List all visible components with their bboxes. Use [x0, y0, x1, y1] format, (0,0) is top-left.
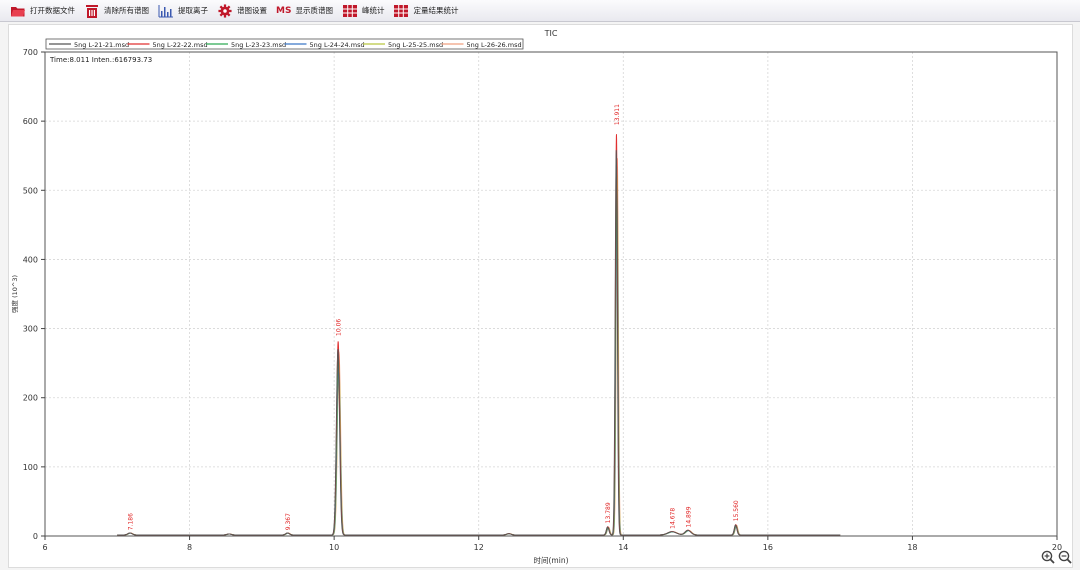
open-file-icon — [11, 6, 25, 16]
y-tick-label: 400 — [23, 255, 38, 264]
x-tick-label: 10 — [329, 543, 339, 552]
y-tick-label: 500 — [23, 186, 38, 195]
table-icon — [342, 4, 357, 17]
y-tick-label: 0 — [33, 532, 38, 541]
y-tick-label: 300 — [23, 325, 38, 334]
spectrum-settings-button[interactable]: 谱图设置 — [217, 1, 267, 21]
peak-label: 13.911 — [614, 104, 621, 125]
x-axis-label: 时间(min) — [534, 555, 569, 565]
peak-label: 9.367 — [285, 513, 292, 530]
tic-chart[interactable]: 6 8 10 12 14 16 18 200100200300400500600700TIC时… — [9, 25, 1072, 567]
legend-item: 5ng L-22-22.msd — [153, 41, 208, 49]
y-tick-label: 200 — [23, 394, 38, 403]
peak-label: 15.560 — [733, 500, 740, 521]
x-tick-label: 6 — [42, 543, 47, 552]
app-window: 打开数据文件 清除所有谱图 提取离子 谱图设置 MS 显示质谱图 峰统计 定量结… — [0, 0, 1080, 570]
time-intensity-readout: Time:8.011 Inten.:616793.73 — [49, 56, 152, 64]
extract-ion-label: 提取离子 — [178, 6, 208, 15]
clear-all-spectra-label: 清除所有谱图 — [104, 6, 149, 15]
table-icon — [394, 4, 409, 17]
chromatogram-panel[interactable]: 6 8 10 12 14 16 18 20 0 100 200 300 400 500 600 700 TIC 时… — [8, 24, 1073, 568]
x-tick-label: 8 — [187, 543, 192, 552]
x-tick-label: 18 — [907, 543, 917, 552]
y-tick-label: 700 — [23, 48, 38, 57]
clear-all-spectra-button[interactable]: 清除所有谱图 — [84, 1, 149, 21]
y-tick-label: 600 — [23, 117, 38, 126]
y-axis-label: 强度 (10^3) — [10, 275, 19, 313]
quant-results-statistics-label: 定量结果统计 — [413, 6, 459, 15]
show-mass-spectrum-label: 显示质谱图 — [295, 6, 333, 15]
zoom-in-icon[interactable] — [1041, 550, 1055, 564]
x-tick-label: 12 — [474, 543, 484, 552]
peak-label: 14.899 — [685, 506, 692, 527]
trash-icon — [86, 4, 98, 18]
zoom-out-icon[interactable] — [1058, 550, 1072, 564]
legend-item: 5ng L-26-26.msd — [467, 41, 522, 49]
quant-results-statistics-button[interactable]: 定量结果统计 — [393, 1, 458, 21]
peak-statistics-label: 峰统计 — [361, 6, 385, 15]
legend-item: 5ng L-24-24.msd — [310, 41, 365, 49]
legend-item: 5ng L-21-21.msd — [74, 41, 129, 49]
peak-label: 10.06 — [335, 319, 342, 336]
open-data-file-label: 打开数据文件 — [30, 6, 75, 15]
legend-item: 5ng L-25-25.msd — [388, 41, 443, 49]
series-line — [117, 182, 841, 536]
toolbar: 打开数据文件 清除所有谱图 提取离子 谱图设置 MS 显示质谱图 峰统计 定量结… — [0, 0, 1080, 22]
x-tick-label: 14 — [618, 543, 628, 552]
x-tick-label: 16 — [763, 543, 773, 552]
legend-item: 5ng L-23-23.msd — [231, 41, 286, 49]
series-line — [117, 158, 841, 536]
peak-label: 7.186 — [127, 513, 134, 530]
mass-spectrum-icon: MS — [276, 5, 292, 16]
extract-ion-button[interactable]: 提取离子 — [158, 1, 208, 21]
series-line — [117, 134, 841, 536]
gear-icon — [218, 3, 232, 18]
show-mass-spectrum-button[interactable]: MS 显示质谱图 — [276, 1, 333, 21]
plot-frame — [44, 51, 1058, 537]
peak-label: 14.678 — [669, 508, 676, 529]
spectrum-settings-label: 谱图设置 — [237, 6, 267, 15]
chart-title: TIC — [544, 29, 558, 38]
spectrum-icon — [158, 4, 173, 17]
open-data-file-button[interactable]: 打开数据文件 — [10, 1, 75, 21]
peak-label: 13.789 — [605, 502, 612, 523]
peak-statistics-button[interactable]: 峰统计 — [342, 1, 385, 21]
y-tick-label: 100 — [23, 463, 38, 472]
